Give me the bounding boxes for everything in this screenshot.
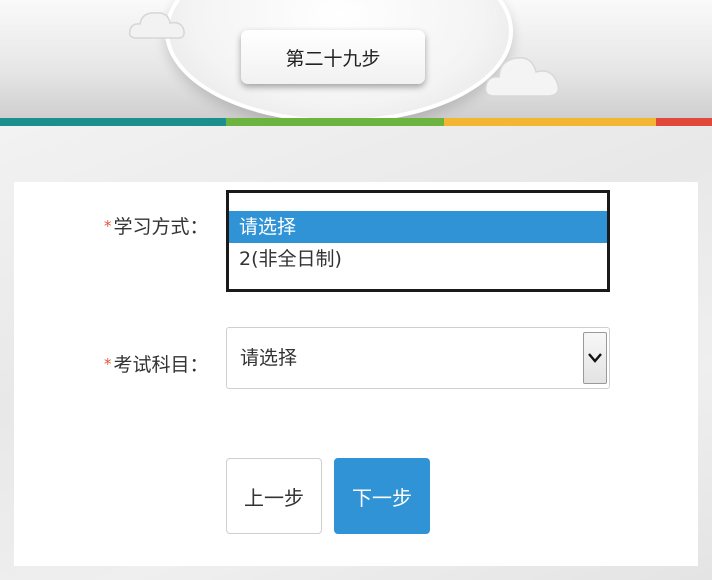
study-mode-option[interactable]: 2(非全日制) <box>229 243 607 275</box>
study-mode-label-text: 学习方式： <box>113 216 209 238</box>
exam-subject-label-text: 考试科目： <box>113 354 209 376</box>
color-stripe-yellow <box>444 118 656 126</box>
color-stripe-green <box>226 118 444 126</box>
prev-step-button[interactable]: 上一步 <box>226 458 322 534</box>
next-step-button[interactable]: 下一步 <box>334 458 430 534</box>
chevron-down-icon[interactable] <box>583 332 607 384</box>
color-stripe-teal <box>0 118 226 126</box>
required-mark: * <box>104 354 112 373</box>
header-banner: 第二十九步 <box>0 0 712 118</box>
color-stripe-red <box>656 118 712 126</box>
study-mode-listbox[interactable]: 请选择 2(非全日制) <box>226 190 610 292</box>
exam-subject-value: 请选择 <box>240 347 298 369</box>
exam-subject-label: * 考试科目： <box>104 350 209 377</box>
required-mark: * <box>104 216 112 235</box>
step-title: 第二十九步 <box>241 30 425 84</box>
exam-subject-select[interactable]: 请选择 <box>226 327 610 389</box>
cloud-icon <box>484 46 564 102</box>
study-mode-option[interactable]: 请选择 <box>229 211 607 243</box>
study-mode-label: * 学习方式： <box>104 212 209 239</box>
cloud-icon <box>128 8 188 42</box>
